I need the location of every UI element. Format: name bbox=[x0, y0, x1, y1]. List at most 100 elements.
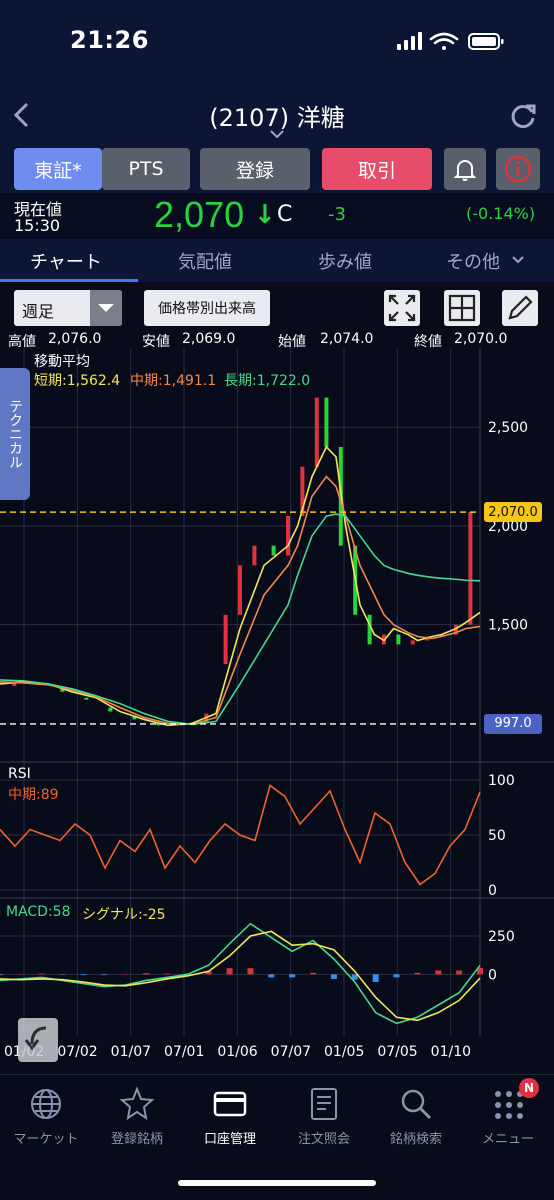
macd-histogram-bar bbox=[80, 974, 87, 976]
ohlc-low: 2,069.0 bbox=[182, 331, 236, 347]
card-icon[interactable] bbox=[212, 1086, 248, 1122]
period-dropdown[interactable] bbox=[90, 290, 122, 326]
star-icon[interactable] bbox=[119, 1086, 155, 1122]
candle bbox=[108, 707, 113, 712]
fullscreen-button[interactable] bbox=[384, 290, 420, 326]
tab-chart[interactable]: チャート bbox=[30, 248, 102, 274]
macd-histogram-bar bbox=[101, 974, 108, 976]
layout-grid-button[interactable] bbox=[444, 290, 480, 326]
register-button[interactable]: 登録 bbox=[200, 148, 310, 190]
undo-button[interactable] bbox=[18, 1018, 58, 1062]
ohlc-close: 2,070.0 bbox=[454, 331, 508, 347]
macd-histogram-bar bbox=[163, 973, 170, 975]
candle bbox=[271, 545, 276, 556]
tse-button[interactable]: 東証* bbox=[14, 148, 102, 190]
period-value: 週足 bbox=[22, 302, 55, 321]
status-time: 21:26 bbox=[70, 26, 149, 54]
macd-line bbox=[0, 922, 481, 1025]
y-tick-label: 0 bbox=[488, 883, 497, 899]
technical-side-tab[interactable]: テクニカル bbox=[0, 368, 30, 500]
draw-button[interactable] bbox=[502, 290, 538, 326]
macd-histogram-bar bbox=[289, 974, 296, 978]
info-button[interactable] bbox=[496, 148, 540, 190]
tab-quotes[interactable]: 気配値 bbox=[178, 248, 232, 274]
current-price: 2,070 bbox=[154, 194, 245, 235]
x-tick-label: 01/05 bbox=[324, 1044, 365, 1060]
y-tick-label: 2,500 bbox=[488, 420, 528, 436]
x-tick-label: 07/01 bbox=[164, 1044, 205, 1060]
x-tick-label: 01/07 bbox=[110, 1044, 152, 1060]
undo-arrow-icon bbox=[24, 1026, 47, 1051]
macd-histogram-bar bbox=[414, 972, 421, 975]
y-tick-label: 50 bbox=[488, 828, 506, 844]
period-select[interactable]: 週足 bbox=[14, 290, 122, 326]
signal-icon bbox=[397, 32, 422, 50]
macd-histogram-bar bbox=[247, 968, 254, 975]
down-arrow-icon: ↓ bbox=[254, 200, 276, 230]
ma-line bbox=[0, 513, 481, 726]
candle bbox=[238, 565, 242, 615]
candle bbox=[396, 634, 401, 645]
x-tick-label: 01/06 bbox=[217, 1044, 258, 1060]
low-price-tag: 997.0 bbox=[484, 713, 542, 734]
macd-histogram-bar bbox=[456, 970, 463, 975]
current-price-tag: 2,070.0 bbox=[484, 502, 542, 523]
macd-histogram-bar bbox=[393, 974, 400, 978]
home-indicator bbox=[178, 1180, 376, 1186]
close-flag: C bbox=[277, 202, 293, 227]
macd-histogram-bar bbox=[226, 968, 233, 975]
candle bbox=[84, 697, 89, 700]
home-indicator-area bbox=[0, 1152, 554, 1200]
price-chart[interactable]: 2,5002,0001,500 100500 2500 bbox=[0, 348, 554, 1070]
ohlc-open: 2,074.0 bbox=[320, 331, 374, 347]
rsi-mid: 中期:89 bbox=[8, 787, 59, 803]
y-tick-label: 100 bbox=[488, 773, 515, 789]
price-change-percent: (-0.14%) bbox=[466, 204, 536, 223]
chevron-down-icon[interactable] bbox=[510, 254, 526, 266]
candle bbox=[252, 545, 257, 566]
chevron-down-icon[interactable] bbox=[268, 128, 286, 140]
candle bbox=[223, 614, 228, 665]
signal-label: シグナル:-25 bbox=[82, 907, 166, 923]
candle bbox=[367, 614, 372, 645]
wifi-icon bbox=[429, 32, 459, 50]
nav-label-search[interactable]: 銘柄検索 bbox=[366, 1128, 466, 1147]
macd-line bbox=[0, 930, 481, 1022]
pencil-icon bbox=[508, 295, 533, 320]
nav-label-menu[interactable]: メニュー bbox=[458, 1128, 554, 1147]
alert-button[interactable] bbox=[444, 148, 486, 190]
chevron-down-icon bbox=[98, 304, 114, 312]
ma-short: 短期:1,562.4 bbox=[34, 373, 121, 389]
candle bbox=[324, 397, 329, 447]
bell-icon bbox=[453, 160, 477, 181]
battery-icon bbox=[468, 33, 504, 50]
nav-label-account[interactable]: 口座管理 bbox=[180, 1128, 280, 1147]
nav-label-market[interactable]: マーケット bbox=[0, 1128, 96, 1147]
macd-histogram-bar bbox=[38, 973, 45, 975]
ma-mid: 中期:1,491.1 bbox=[130, 373, 217, 389]
y-tick-label: 0 bbox=[488, 967, 497, 983]
trade-button[interactable]: 取引 bbox=[322, 148, 432, 190]
document-icon[interactable] bbox=[306, 1086, 342, 1122]
search-icon[interactable] bbox=[398, 1086, 434, 1122]
pts-button[interactable]: PTS bbox=[102, 148, 190, 190]
macd-histogram-bar bbox=[0, 974, 3, 976]
x-tick-label: 01/10 bbox=[430, 1044, 472, 1060]
quote-time: 15:30 bbox=[14, 216, 61, 235]
candle bbox=[286, 516, 290, 556]
info-icon bbox=[504, 155, 532, 183]
candle bbox=[314, 397, 319, 467]
y-tick-label: 1,500 bbox=[488, 618, 528, 634]
rsi-title: RSI bbox=[8, 766, 31, 782]
nav-label-watchlist[interactable]: 登録銘柄 bbox=[87, 1128, 187, 1147]
globe-icon[interactable] bbox=[28, 1086, 64, 1122]
volume-profile-button[interactable]: 価格帯別出来高 bbox=[144, 290, 270, 326]
macd-histogram-bar bbox=[310, 972, 317, 975]
tab-trades[interactable]: 歩み値 bbox=[318, 248, 372, 274]
refresh-icon[interactable] bbox=[508, 100, 538, 130]
technical-tab-label: テクニカル bbox=[7, 399, 23, 469]
grid-icon bbox=[448, 294, 476, 322]
tab-other[interactable]: その他 bbox=[446, 248, 500, 274]
macd-histogram-bar bbox=[435, 970, 442, 975]
nav-label-orders[interactable]: 注文照会 bbox=[274, 1128, 374, 1147]
